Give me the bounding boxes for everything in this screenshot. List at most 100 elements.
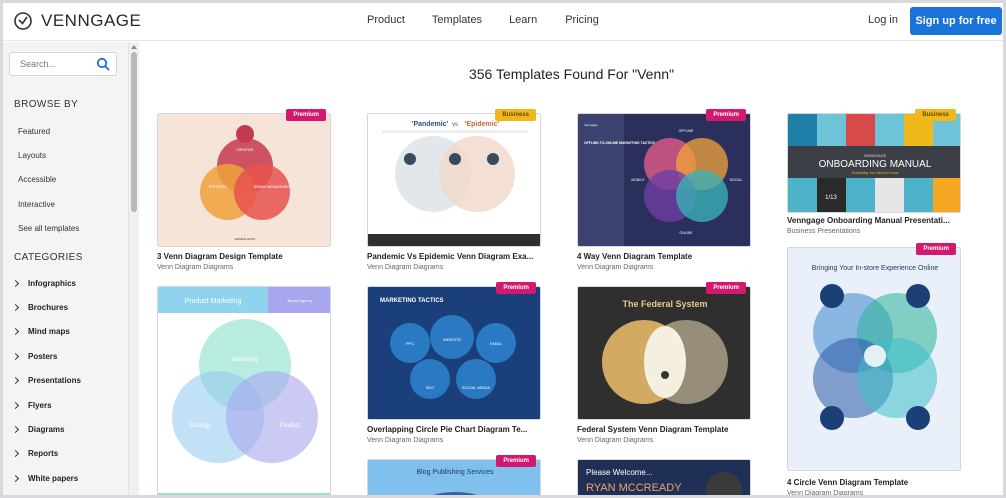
- template-thumbnail[interactable]: Bringing Your In-store Experience Online: [787, 247, 961, 471]
- template-title[interactable]: Federal System Venn Diagram Template: [577, 425, 728, 434]
- chevron-right-icon: [11, 401, 20, 410]
- browse-layouts[interactable]: Layouts: [18, 151, 46, 160]
- template-card[interactable]: Please Welcome... RYAN MCCREADY: [577, 459, 751, 495]
- chevron-right-icon: [11, 352, 20, 361]
- template-title[interactable]: Overlapping Circle Pie Chart Diagram Te.…: [367, 425, 527, 434]
- top-header: VENNGAGE Product Templates Learn Pricing…: [3, 3, 1003, 41]
- main-content: 356 Templates Found For "Venn" CREATIVE …: [140, 42, 1003, 495]
- premium-badge: Premium: [706, 282, 746, 294]
- category-mind-maps[interactable]: Mind maps: [11, 327, 70, 336]
- search-icon[interactable]: [96, 57, 110, 71]
- category-infographics[interactable]: Infographics: [11, 279, 77, 288]
- sidebar: Search... BROWSE BY Featured Layouts Acc…: [3, 42, 128, 495]
- search-input[interactable]: Search...: [9, 52, 117, 76]
- template-title[interactable]: 3 Venn Diagram Design Template: [157, 252, 283, 261]
- template-category[interactable]: Venn Diagram Diagrams: [367, 264, 443, 271]
- venn-title: vs: [452, 122, 458, 128]
- category-label: Flyers: [28, 401, 52, 410]
- venn-label: MOBILE: [631, 178, 645, 182]
- signup-button[interactable]: Sign up for free: [910, 7, 1002, 35]
- thumbnail-title: RYAN MCCREADY: [586, 482, 682, 494]
- category-diagrams[interactable]: Diagrams: [11, 425, 64, 434]
- venn-label: Strategy: [189, 423, 211, 429]
- template-thumbnail[interactable]: 'Pandemic' vs 'Epidemic': [367, 113, 541, 247]
- category-reports[interactable]: Reports: [11, 449, 59, 458]
- template-category[interactable]: Business Presentations: [787, 228, 860, 235]
- scrollbar-thumb[interactable]: [131, 52, 137, 212]
- template-card[interactable]: Venngage OFFLINE-TO-ONLINE MARKETING TAC…: [577, 109, 751, 271]
- venn-label: OFFLINE: [679, 129, 694, 133]
- venn-label: BRAND MANAGEMENT: [254, 185, 293, 189]
- venn-thumbnail-image: CREATIVE STRATEGY BRAND MANAGEMENT DESIG…: [200, 125, 293, 241]
- category-flyers[interactable]: Flyers: [11, 401, 52, 410]
- scroll-up-arrow-icon[interactable]: [131, 45, 137, 49]
- business-badge: Business: [915, 109, 956, 121]
- template-thumbnail[interactable]: VENNGAGE ONBOARDING MANUAL Everything Yo…: [787, 113, 961, 213]
- chevron-right-icon: [11, 474, 20, 483]
- template-card[interactable]: Blog Publishing Services Premium: [367, 455, 541, 495]
- category-white-papers[interactable]: White papers: [11, 474, 78, 483]
- template-title[interactable]: 4 Way Venn Diagram Template: [577, 252, 692, 261]
- template-card[interactable]: MARKETING TACTICS PPC WEBSITE EMAIL SEO …: [367, 282, 541, 444]
- chevron-right-icon: [11, 279, 20, 288]
- onboarding-thumbnail-image: VENNGAGE ONBOARDING MANUAL Everything Yo…: [788, 114, 960, 212]
- venn-thumbnail-image: Bringing Your In-store Experience Online: [812, 265, 938, 430]
- venn-label: STRATEGY: [209, 185, 228, 189]
- category-posters[interactable]: Posters: [11, 352, 58, 361]
- category-presentations[interactable]: Presentations: [11, 376, 81, 385]
- venn-heading: OFFLINE-TO-ONLINE MARKETING TACTICS: [584, 141, 656, 145]
- venn-title: 'Epidemic': [465, 121, 500, 128]
- onboarding-title: ONBOARDING MANUAL: [819, 159, 932, 170]
- venn-label: Marketing: [232, 357, 258, 363]
- venn-label: WEBSITE: [443, 337, 461, 342]
- template-thumbnail[interactable]: The Federal System: [577, 286, 751, 420]
- sidebar-scrollbar[interactable]: [128, 42, 139, 495]
- category-brochures[interactable]: Brochures: [11, 303, 68, 312]
- browse-interactive[interactable]: Interactive: [18, 200, 55, 209]
- nav-product[interactable]: Product: [367, 14, 405, 26]
- template-title[interactable]: Pandemic Vs Epidemic Venn Diagram Exa...: [367, 252, 533, 261]
- onboarding-subtitle: Everything You Need to Know: [852, 171, 899, 175]
- nav-pricing[interactable]: Pricing: [565, 14, 599, 26]
- template-category[interactable]: Venn Diagram Diagrams: [577, 264, 653, 271]
- category-label: Posters: [28, 352, 58, 361]
- chevron-right-icon: [11, 425, 20, 434]
- venn-title: The Federal System: [622, 299, 707, 309]
- template-card[interactable]: Bringing Your In-store Experience Online…: [787, 243, 961, 495]
- nav-templates[interactable]: Templates: [432, 14, 482, 26]
- template-card[interactable]: VENNGAGE ONBOARDING MANUAL Everything Yo…: [787, 109, 961, 238]
- browse-accessible[interactable]: Accessible: [18, 175, 56, 184]
- template-category[interactable]: Venn Diagram Diagrams: [367, 437, 443, 444]
- venn-thumbnail-image: Product Marketing Brand Agency Marketing…: [158, 287, 330, 495]
- template-card[interactable]: CREATIVE STRATEGY BRAND MANAGEMENT DESIG…: [157, 109, 331, 271]
- template-card[interactable]: Product Marketing Brand Agency Marketing…: [157, 286, 331, 495]
- template-thumbnail[interactable]: Venngage OFFLINE-TO-ONLINE MARKETING TAC…: [577, 113, 751, 247]
- template-card[interactable]: 'Pandemic' vs 'Epidemic' Business Pandem…: [367, 109, 541, 271]
- chevron-right-icon: [11, 303, 20, 312]
- browse-see-all[interactable]: See all templates: [18, 224, 79, 233]
- main-nav: Product Templates Learn Pricing: [367, 14, 599, 26]
- venn-label: SEO: [426, 385, 434, 390]
- template-title[interactable]: Venngage Onboarding Manual Presentati...: [787, 216, 950, 225]
- template-card[interactable]: The Federal System Premium Federal Syste…: [577, 282, 751, 444]
- template-category[interactable]: Venn Diagram Diagrams: [577, 437, 653, 444]
- category-label: Reports: [28, 449, 59, 458]
- template-thumbnail[interactable]: Product Marketing Brand Agency Marketing…: [157, 286, 331, 495]
- template-thumbnail[interactable]: Please Welcome... RYAN MCCREADY: [577, 459, 751, 495]
- template-thumbnail[interactable]: CREATIVE STRATEGY BRAND MANAGEMENT DESIG…: [157, 113, 331, 247]
- template-category[interactable]: Venn Diagram Diagrams: [157, 264, 233, 271]
- template-title[interactable]: 4 Circle Venn Diagram Template: [787, 478, 908, 487]
- category-label: Infographics: [28, 279, 77, 288]
- login-link[interactable]: Log in: [868, 14, 898, 26]
- brand-logo[interactable]: VENNGAGE: [13, 11, 141, 31]
- venn-thumbnail-image: The Federal System: [602, 299, 728, 404]
- venn-title: MARKETING TACTICS: [380, 298, 444, 304]
- category-label: Presentations: [28, 376, 81, 385]
- venn-thumbnail-image: Venngage OFFLINE-TO-ONLINE MARKETING TAC…: [578, 114, 742, 246]
- template-category[interactable]: Venn Diagram Diagrams: [787, 490, 863, 495]
- onboarding-page: 1/13: [825, 195, 837, 201]
- browse-featured[interactable]: Featured: [18, 127, 50, 136]
- template-thumbnail[interactable]: MARKETING TACTICS PPC WEBSITE EMAIL SEO …: [367, 286, 541, 420]
- premium-badge: Premium: [706, 109, 746, 121]
- nav-learn[interactable]: Learn: [509, 14, 537, 26]
